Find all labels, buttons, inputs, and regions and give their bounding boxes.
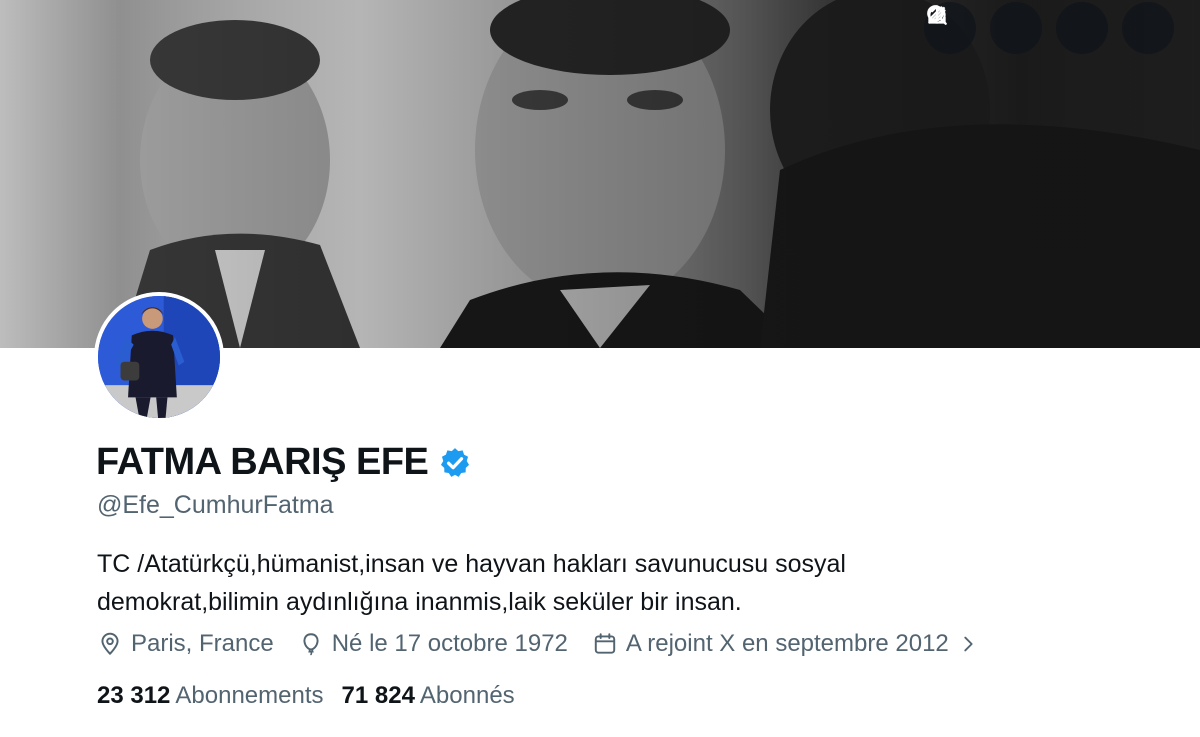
bio-line: demokrat,bilimin aydınlığına inanmis,lai…: [97, 588, 742, 616]
verified-badge-icon[interactable]: [438, 446, 472, 480]
search-button[interactable]: [927, 2, 1042, 54]
user-handle: @Efe_CumhurFatma: [97, 491, 334, 519]
chevron-right-icon[interactable]: [957, 633, 979, 655]
location-text: Paris, France: [131, 630, 274, 657]
edit-button[interactable]: [928, 2, 1108, 54]
balloon-icon: [303, 633, 319, 656]
avatar[interactable]: [94, 292, 224, 422]
bio-line: TC /Atatürkçü,hümanist,insan ve hayvan h…: [97, 550, 846, 578]
share-icon: [928, 5, 946, 24]
share-button[interactable]: [928, 2, 1174, 54]
birth-date-text: Né le 17 octobre 1972: [331, 630, 568, 657]
followers-count: 71 824: [341, 682, 415, 709]
followers-link[interactable]: 71 824 Abonnés: [342, 682, 515, 710]
name-row: FATMA BARIŞ EFE: [96, 441, 472, 484]
followers-label: Abonnés: [419, 682, 515, 709]
profile-meta: Paris, France Né le 17 octobre 1972 A re…: [97, 630, 979, 658]
following-link[interactable]: 23 312 Abonnements: [97, 682, 324, 710]
join-date: A rejoint X en septembre 2012: [592, 630, 949, 658]
header-actions: [924, 2, 1174, 54]
bio: TC /Atatürkçü,hümanist,insan ve hayvan h…: [97, 545, 997, 621]
join-date-text: A rejoint X en septembre 2012: [625, 630, 949, 657]
location: Paris, France: [97, 630, 274, 658]
following-count: 23 312: [97, 682, 171, 709]
location-pin-icon: [101, 632, 119, 655]
following-label: Abonnements: [175, 682, 324, 709]
birth-date: Né le 17 octobre 1972: [298, 630, 568, 658]
avatar-photo: [98, 296, 220, 418]
follow-stats: 23 312 Abonnements 71 824 Abonnés: [97, 682, 533, 710]
display-name: FATMA BARIŞ EFE: [96, 441, 429, 483]
calendar-icon: [594, 633, 616, 654]
